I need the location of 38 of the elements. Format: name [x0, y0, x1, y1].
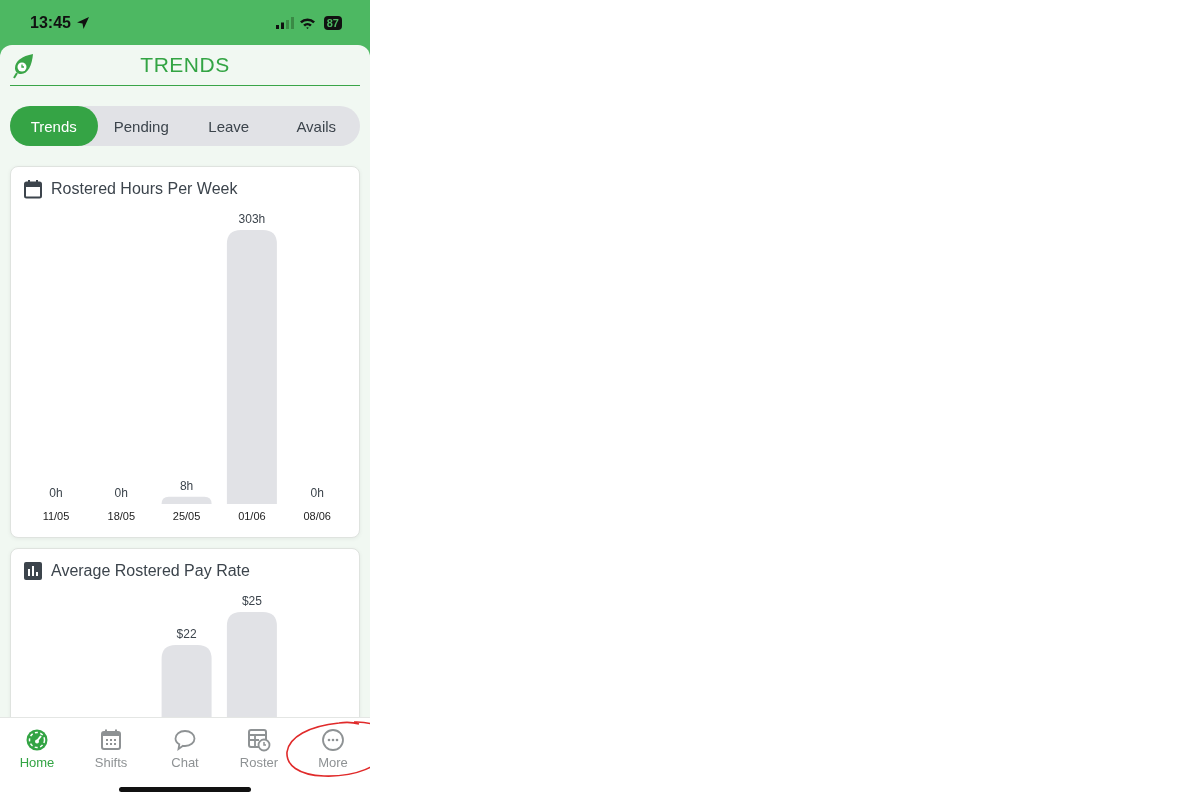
bar-value-label: 8h [179, 478, 194, 493]
bar-value-label: $22 [176, 626, 197, 641]
calendar-icon [99, 728, 123, 752]
status-time: 13:45 [30, 13, 71, 32]
more-icon [321, 728, 345, 752]
bar-value-label: 0h [114, 486, 128, 500]
tab[interactable]: Avails [272, 106, 360, 146]
nav-tab[interactable]: Chat [148, 728, 222, 770]
bar-value-label: 303h [238, 212, 266, 226]
speech-bubble-icon [173, 728, 197, 752]
battery-level: 87 [323, 15, 342, 30]
tab[interactable]: Trends [10, 106, 98, 146]
bar-value-label: $25 [241, 594, 262, 608]
leaf-clock-logo-icon [12, 53, 34, 79]
calendar-icon [23, 179, 43, 199]
x-axis-label: 18/05 [107, 510, 136, 522]
nav-tab[interactable]: Shifts [74, 728, 148, 770]
bar-value-label: 0h [310, 486, 324, 500]
tab[interactable]: Leave [185, 106, 273, 146]
tab[interactable]: Pending [97, 106, 185, 146]
table-clock-icon [247, 728, 271, 752]
x-axis-label: 11/05 [42, 510, 70, 522]
bar-chart-icon [23, 561, 43, 581]
card-title: Average Rostered Pay Rate [51, 562, 250, 580]
x-axis-label: 08/06 [303, 510, 331, 522]
x-axis-label: 01/06 [238, 510, 266, 522]
wifi-icon [298, 16, 316, 29]
card-title: Rostered Hours Per Week [51, 180, 238, 198]
location-arrow-icon [75, 15, 90, 30]
nav-tab[interactable]: More [296, 728, 370, 770]
nav-tab[interactable]: Home [0, 728, 74, 770]
chart-bar [161, 496, 212, 504]
signal-icon [275, 16, 294, 29]
gauge-icon [25, 728, 49, 752]
page-title: TRENDS [140, 53, 230, 77]
bar-value-label: 0h [49, 486, 63, 500]
x-axis-label: 25/05 [172, 510, 201, 522]
nav-tab[interactable]: Roster [222, 728, 296, 770]
